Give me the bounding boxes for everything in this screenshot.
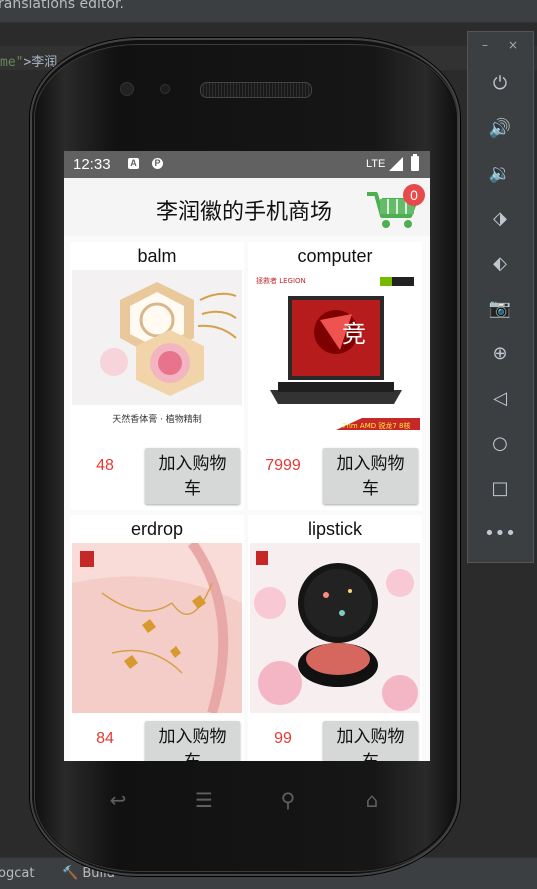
- minimize-button[interactable]: –: [482, 38, 488, 52]
- ide-divider: [0, 22, 537, 23]
- logcat-tab[interactable]: ogcat: [0, 866, 34, 881]
- add-to-cart-button[interactable]: 加入购物车: [323, 448, 418, 504]
- product-card[interactable]: computer 拯救者 LEGION 竞 7nm AMD 锐龙7 8核 799…: [248, 242, 422, 510]
- home-key-icon[interactable]: ⌂: [358, 790, 386, 810]
- volume-up-icon[interactable]: 🔊: [484, 113, 516, 145]
- product-name: computer: [297, 246, 373, 266]
- product-price: 7999: [265, 457, 301, 474]
- hammer-icon: 🔨: [62, 866, 79, 881]
- code-attr: me": [0, 55, 24, 70]
- back-icon[interactable]: ◁: [484, 383, 516, 415]
- rotate-right-icon[interactable]: ⬖: [484, 248, 516, 280]
- app-bar: 李润徽的手机商场 0: [64, 178, 430, 236]
- code-snippet: me">李润: [0, 51, 57, 70]
- notification-a-icon: A: [128, 158, 139, 169]
- add-to-cart-button[interactable]: 加入购物车: [323, 721, 418, 761]
- signal-icon: [389, 157, 403, 171]
- product-name: erdrop: [130, 519, 184, 539]
- back-key-icon[interactable]: ↩: [104, 790, 132, 810]
- page-title: 李润徽的手机商场: [156, 199, 333, 224]
- phone-screen: 12:33 A P LTE 李润徽的手机商场 0 balm 天然香体膏 · 植物…: [64, 151, 430, 761]
- ide-title-strip: ranslations editor.: [0, 0, 537, 22]
- rotate-left-icon[interactable]: ⬗: [484, 203, 516, 235]
- add-to-cart-button[interactable]: 加入购物车: [145, 448, 240, 504]
- product-price: 99: [274, 730, 292, 747]
- ide-top-text: ranslations editor.: [0, 0, 124, 12]
- product-price: 48: [96, 457, 114, 474]
- battery-icon: [411, 154, 419, 171]
- emulator-window-controls: – ×: [468, 32, 533, 62]
- poster-char: 竞: [342, 320, 366, 348]
- product-name: balm: [137, 246, 177, 266]
- product-price: 84: [96, 730, 114, 747]
- product-card[interactable]: lipstick 99 加入购物: [248, 515, 422, 761]
- speaker-grille: [200, 82, 312, 98]
- product-card[interactable]: balm 天然香体膏 · 植物精制 48 加入购物车: [70, 242, 244, 510]
- notification-p-icon: P: [152, 158, 163, 169]
- front-camera-icon: [120, 82, 134, 96]
- home-icon[interactable]: ○: [484, 428, 516, 460]
- product-image-balm: 天然香体膏 · 植物精制: [72, 270, 242, 440]
- cart-count-badge: 0: [403, 184, 425, 206]
- emulator-toolbar: – × ⏻ 🔊 🔉 ⬗ ⬖ 📷 ⊕ ◁ ○ □ •••: [467, 31, 534, 563]
- sensor-icon: [160, 84, 170, 94]
- camera-icon[interactable]: 📷: [484, 293, 516, 325]
- code-value: >李润: [23, 55, 58, 70]
- add-to-cart-button[interactable]: 加入购物车: [145, 721, 240, 761]
- product-image-lipstick: [250, 543, 420, 713]
- power-icon[interactable]: ⏻: [484, 68, 516, 100]
- menu-key-icon[interactable]: ☰: [190, 790, 218, 810]
- status-bar: 12:33 A P LTE: [64, 151, 430, 178]
- network-type: LTE: [366, 158, 386, 170]
- product-name: lipstick: [307, 519, 362, 539]
- more-icon[interactable]: •••: [484, 518, 516, 550]
- search-key-icon[interactable]: ⚲: [274, 790, 302, 810]
- volume-down-icon[interactable]: 🔉: [484, 158, 516, 190]
- product-card[interactable]: erdrop 84 加入购物车: [70, 515, 244, 761]
- zoom-icon[interactable]: ⊕: [484, 338, 516, 370]
- product-image-computer: 拯救者 LEGION 竞 7nm AMD 锐龙7 8核: [250, 270, 420, 440]
- balm-caption: 天然香体膏 · 植物精制: [112, 413, 202, 425]
- product-image-erdrop: [72, 543, 242, 713]
- overview-icon[interactable]: □: [484, 473, 516, 505]
- computer-ribbon-text: 7nm AMD 锐龙7 8核: [342, 421, 411, 430]
- close-button[interactable]: ×: [508, 38, 518, 52]
- status-time: 12:33: [73, 156, 111, 173]
- computer-brand-text: 拯救者 LEGION: [256, 276, 306, 285]
